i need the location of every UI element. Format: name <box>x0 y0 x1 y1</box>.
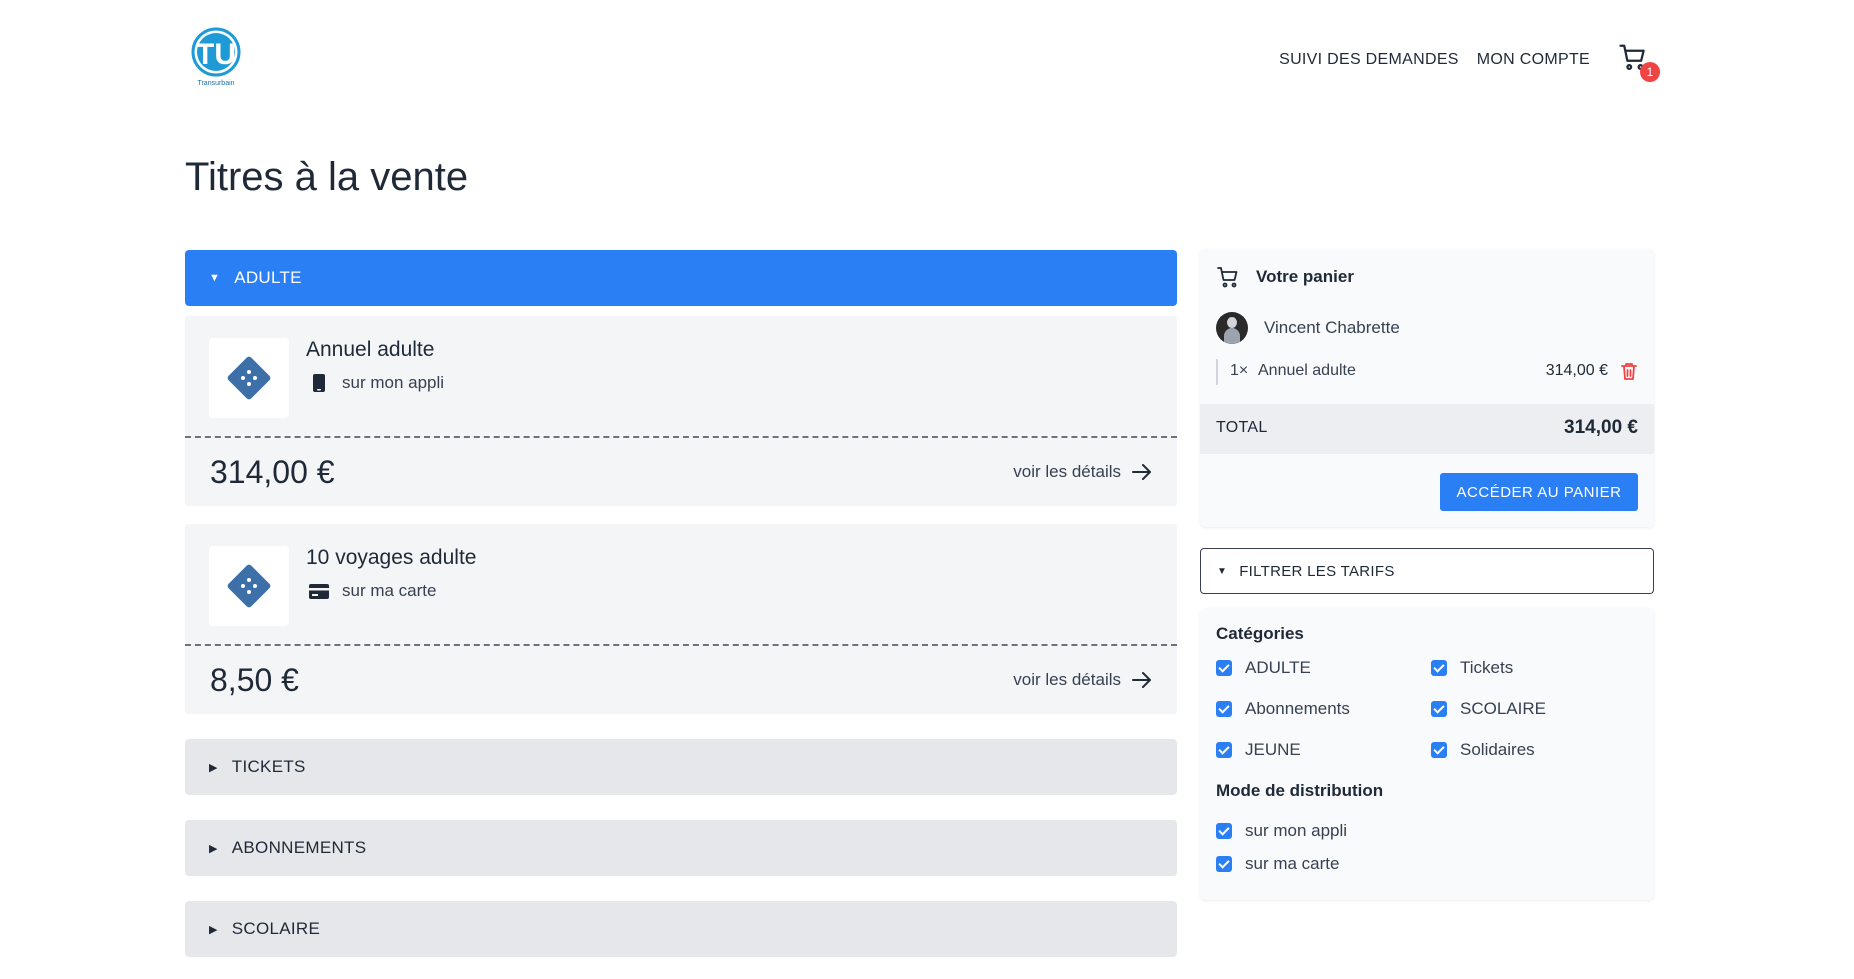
checkbox-checked-icon <box>1216 701 1232 717</box>
svg-text:Transurbain: Transurbain <box>197 80 234 87</box>
caret-right-icon: ▶ <box>209 923 218 936</box>
filters-panel: Catégories ADULTE Tickets Abonnements SC… <box>1200 608 1654 900</box>
filter-toggle-label: FILTRER LES TARIFS <box>1239 562 1395 580</box>
checkbox-adulte[interactable]: ADULTE <box>1216 658 1311 678</box>
filter-toggle[interactable]: ▼ FILTRER LES TARIFS <box>1200 548 1654 594</box>
checkbox-tickets[interactable]: Tickets <box>1431 658 1513 678</box>
categories-heading: Catégories <box>1216 624 1304 643</box>
product-mode-label: sur mon appli <box>342 373 445 392</box>
section-label: SCOLAIRE <box>231 919 321 938</box>
cart-user: Vincent Chabrette <box>1216 312 1400 344</box>
cart-total-row: TOTAL 314,00 € <box>1200 404 1654 454</box>
page-title: Titres à la vente <box>185 155 469 199</box>
line-quantity: 1× <box>1230 362 1249 379</box>
section-header-scolaire[interactable]: ▶ SCOLAIRE <box>185 901 1177 957</box>
caret-right-icon: ▶ <box>209 842 218 855</box>
transurbain-logo[interactable]: TU Transurbain <box>188 22 248 90</box>
svg-text:TU: TU <box>196 38 236 71</box>
checkbox-jeune[interactable]: JEUNE <box>1216 740 1301 760</box>
nav-mon-compte[interactable]: MON COMPTE <box>1477 51 1590 69</box>
user-name: Vincent Chabrette <box>1264 318 1400 337</box>
main-nav: SUIVI DES DEMANDES MON COMPTE 1 <box>1279 40 1660 82</box>
ticket-icon <box>209 338 289 418</box>
caret-down-icon: ▼ <box>209 272 221 284</box>
details-link-label: voir les détails <box>1013 670 1121 689</box>
arrow-right-icon <box>1132 464 1151 480</box>
cart-icon <box>1217 267 1238 288</box>
avatar <box>1216 312 1248 344</box>
checkbox-solidaires[interactable]: Solidaires <box>1431 740 1535 760</box>
line-name: Annuel adulte <box>1258 362 1356 379</box>
product-mode: sur ma carte <box>308 581 436 601</box>
distribution-heading: Mode de distribution <box>1216 781 1384 800</box>
total-value: 314,00 € <box>1564 417 1638 438</box>
checkbox-checked-icon <box>1431 701 1447 717</box>
checkbox-label: Solidaires <box>1460 740 1535 759</box>
checkbox-checked-icon <box>1431 660 1447 676</box>
checkbox-label: SCOLAIRE <box>1460 699 1546 718</box>
section-header-tickets[interactable]: ▶ TICKETS <box>185 739 1177 795</box>
details-link[interactable]: voir les détails <box>1013 462 1153 482</box>
cart-count-badge: 1 <box>1640 62 1660 82</box>
checkbox-sur-ma-carte[interactable]: sur ma carte <box>1216 854 1339 874</box>
phone-icon <box>308 374 330 392</box>
trash-icon[interactable] <box>1620 361 1638 386</box>
product-name: Annuel adulte <box>306 338 435 361</box>
arrow-right-icon <box>1132 672 1151 688</box>
sidebar: Votre panier Vincent Chabrette 1× Annuel… <box>1200 249 1654 900</box>
checkbox-checked-icon <box>1216 742 1232 758</box>
product-mode-label: sur ma carte <box>342 581 437 600</box>
product-price: 314,00 € <box>210 454 335 490</box>
header-cart-button[interactable]: 1 <box>1614 40 1660 82</box>
section-label: ABONNEMENTS <box>231 838 367 857</box>
ticket-icon <box>209 546 289 626</box>
checkbox-checked-icon <box>1216 856 1232 872</box>
checkbox-scolaire[interactable]: SCOLAIRE <box>1431 699 1546 719</box>
cart-line-item: 1× Annuel adulte 314,00 € <box>1216 359 1638 385</box>
checkbox-checked-icon <box>1431 742 1447 758</box>
section-label: ADULTE <box>234 268 302 287</box>
total-label: TOTAL <box>1216 419 1268 436</box>
line-price: 314,00 € <box>1545 362 1608 379</box>
nav-suivi-demandes[interactable]: SUIVI DES DEMANDES <box>1279 51 1459 69</box>
caret-down-icon: ▼ <box>1217 565 1228 577</box>
checkbox-label: Tickets <box>1460 658 1514 677</box>
details-link[interactable]: voir les détails <box>1013 670 1153 690</box>
cart-title-label: Votre panier <box>1256 267 1354 286</box>
caret-right-icon: ▶ <box>209 761 218 774</box>
checkbox-label: sur mon appli <box>1245 821 1348 840</box>
section-label: TICKETS <box>231 757 306 776</box>
details-link-label: voir les détails <box>1013 462 1121 481</box>
checkbox-checked-icon <box>1216 660 1232 676</box>
product-name: 10 voyages adulte <box>306 546 477 569</box>
cart-title: Votre panier <box>1216 265 1354 289</box>
site-header: TU Transurbain SUIVI DES DEMANDES MON CO… <box>0 0 1854 110</box>
checkbox-label: Abonnements <box>1245 699 1350 718</box>
go-to-cart-button[interactable]: ACCÉDER AU PANIER <box>1440 473 1638 511</box>
checkbox-label: sur ma carte <box>1245 854 1340 873</box>
product-mode: sur mon appli <box>308 373 444 393</box>
checkbox-label: JEUNE <box>1245 740 1301 759</box>
section-header-adulte[interactable]: ▼ ADULTE <box>185 250 1177 306</box>
section-header-abonnements[interactable]: ▶ ABONNEMENTS <box>185 820 1177 876</box>
cart-summary: Votre panier Vincent Chabrette 1× Annuel… <box>1200 249 1654 527</box>
card-icon <box>308 583 330 599</box>
product-card[interactable]: 10 voyages adulte sur ma carte 8,50 € vo… <box>185 524 1177 714</box>
checkbox-label: ADULTE <box>1245 658 1311 677</box>
catalog: ▼ ADULTE Annuel adulte sur mon appli 314… <box>185 250 1177 957</box>
product-price: 8,50 € <box>210 662 299 698</box>
checkbox-abonnements[interactable]: Abonnements <box>1216 699 1350 719</box>
checkbox-sur-mon-appli[interactable]: sur mon appli <box>1216 821 1347 841</box>
checkbox-checked-icon <box>1216 823 1232 839</box>
product-card[interactable]: Annuel adulte sur mon appli 314,00 € voi… <box>185 316 1177 506</box>
